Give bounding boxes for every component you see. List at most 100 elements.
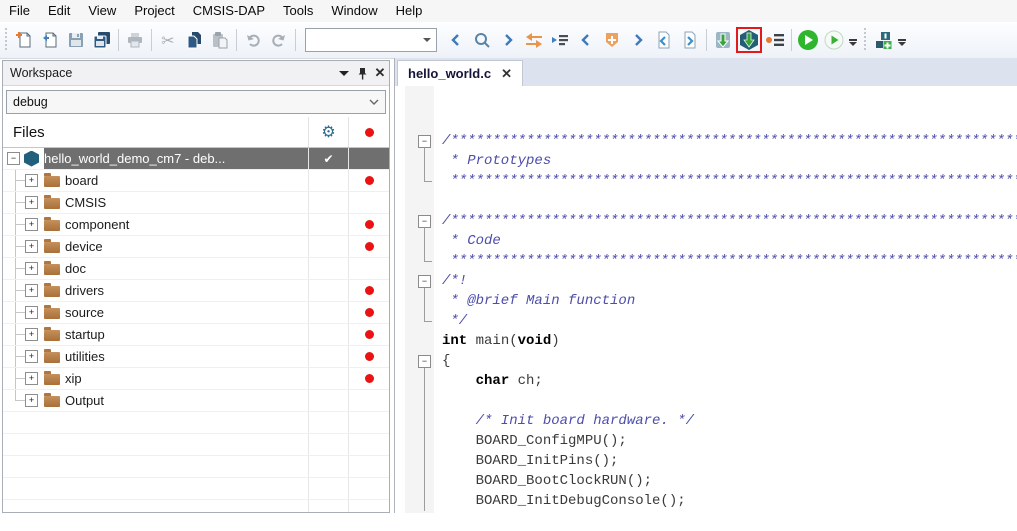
empty-row [3,478,389,500]
tree-item-label: drivers [65,283,108,298]
menu-item-edit[interactable]: Edit [39,0,79,22]
expand-toggle[interactable]: + [25,174,38,187]
download-button[interactable] [710,27,736,53]
tree-item-drivers[interactable]: + drivers [3,280,389,302]
undo-icon [244,31,262,49]
workspace-pin-button[interactable] [353,67,371,80]
code-editor[interactable]: −/**************************************… [395,86,1017,513]
workspace-menu-button[interactable] [335,66,353,81]
tree-item-startup[interactable]: +startup [3,324,389,346]
red-dot-icon [365,374,374,383]
swap-arrows-button[interactable] [521,27,547,53]
go-button[interactable] [795,27,821,53]
menu-item-window[interactable]: Window [322,0,386,22]
tree-item-xip[interactable]: +xip [3,368,389,390]
find-button[interactable] [469,27,495,53]
bookmark-next-button[interactable] [625,27,651,53]
close-icon[interactable]: ✕ [501,66,512,82]
tree-item-component[interactable]: +component [3,214,389,236]
fold-collapse-icon[interactable]: − [418,355,431,368]
menu-item-file[interactable]: File [0,0,39,22]
search-combo[interactable] [305,28,437,52]
expand-toggle[interactable]: − [7,152,20,165]
expand-toggle[interactable]: + [25,262,38,275]
prev-file-button[interactable] [651,27,677,53]
overflow-icon [849,39,857,41]
expand-toggle[interactable]: + [25,350,38,363]
expand-toggle[interactable]: + [25,240,38,253]
pin-icon [357,67,368,80]
menu-item-tools[interactable]: Tools [274,0,322,22]
toggle-bookmark-button[interactable] [599,27,625,53]
build-config-value: debug [7,95,369,109]
fold-collapse-icon[interactable]: − [418,135,431,148]
code-segment: main( [467,331,517,351]
tree-item-label: device [65,239,107,254]
tree-item-source[interactable]: +source [3,302,389,324]
tree-item-utilities[interactable]: +utilities [3,346,389,368]
pack-installer-button[interactable] [870,27,896,53]
fold-collapse-icon[interactable]: − [418,215,431,228]
toolbar-overflow-button[interactable] [849,39,857,50]
tree-item-output[interactable]: +Output [3,390,389,412]
debug-without-downloading-icon [765,33,785,47]
download-and-debug-button[interactable] [738,29,760,51]
menu-item-help[interactable]: Help [387,0,432,22]
search-next-button[interactable] [495,27,521,53]
toolbar-overflow-button-2[interactable] [898,39,906,50]
red-dot-icon [365,286,374,295]
expand-toggle[interactable]: + [25,284,38,297]
code-segment: BOARD_ConfigMPU(); [442,431,627,451]
toolbar-grip-2[interactable] [862,28,867,52]
expand-toggle[interactable]: + [25,218,38,231]
folder-icon [44,396,60,407]
expand-toggle[interactable]: + [25,328,38,341]
tree-item-label: hello_world_demo_cm7 - deb... [44,148,308,169]
tab-hello-world-c[interactable]: hello_world.c ✕ [397,60,523,86]
play-button[interactable] [821,27,847,53]
tree-item-hello-world-demo-cm7-deb[interactable]: −hello_world_demo_cm7 - deb...✔ [3,148,389,170]
tree-item-cmsis[interactable]: +CMSIS [3,192,389,214]
build-config-dropdown[interactable]: debug [6,90,386,114]
red-dot-icon [365,176,374,185]
fold-gutter: − [395,131,442,151]
copy-button[interactable] [181,27,207,53]
undo-button[interactable] [240,27,266,53]
tree-item-doc[interactable]: +doc [3,258,389,280]
menu-item-project[interactable]: Project [125,0,183,22]
new-document-button[interactable] [11,27,37,53]
expand-toggle[interactable]: + [25,394,38,407]
save-button[interactable] [63,27,89,53]
toolbar-grip[interactable] [3,28,8,52]
save-all-button[interactable] [89,27,115,53]
expand-toggle[interactable]: + [25,372,38,385]
cut-button[interactable]: ✂ [155,27,181,53]
new-document-icon [15,31,33,49]
fold-gutter [395,291,442,311]
fold-gutter [395,471,442,491]
print-button[interactable] [122,27,148,53]
tree-item-board[interactable]: + board [3,170,389,192]
next-file-button[interactable] [677,27,703,53]
code-segment: */ [442,311,467,331]
bookmark-prev-button[interactable] [573,27,599,53]
tree-item-device[interactable]: + device [3,236,389,258]
open-document-button[interactable] [37,27,63,53]
workspace-close-button[interactable]: ✕ [371,65,389,81]
code-line: int main(void) [395,331,1017,351]
search-prev-button[interactable] [443,27,469,53]
menu-item-view[interactable]: View [79,0,125,22]
menu-item-cmsis-dap[interactable]: CMSIS-DAP [184,0,274,22]
redo-button[interactable] [266,27,292,53]
go-to-list-icon [551,33,569,47]
code-segment: BOARD_InitDebugConsole(); [442,491,686,511]
fold-collapse-icon[interactable]: − [418,275,431,288]
go-to-list-button[interactable] [547,27,573,53]
file-prev-icon [655,31,673,49]
debug-without-downloading-button[interactable] [762,27,788,53]
tree-item-label: board [65,173,102,188]
files-column-header[interactable]: Files [3,117,309,147]
expand-toggle[interactable]: + [25,196,38,209]
expand-toggle[interactable]: + [25,306,38,319]
paste-button[interactable] [207,27,233,53]
